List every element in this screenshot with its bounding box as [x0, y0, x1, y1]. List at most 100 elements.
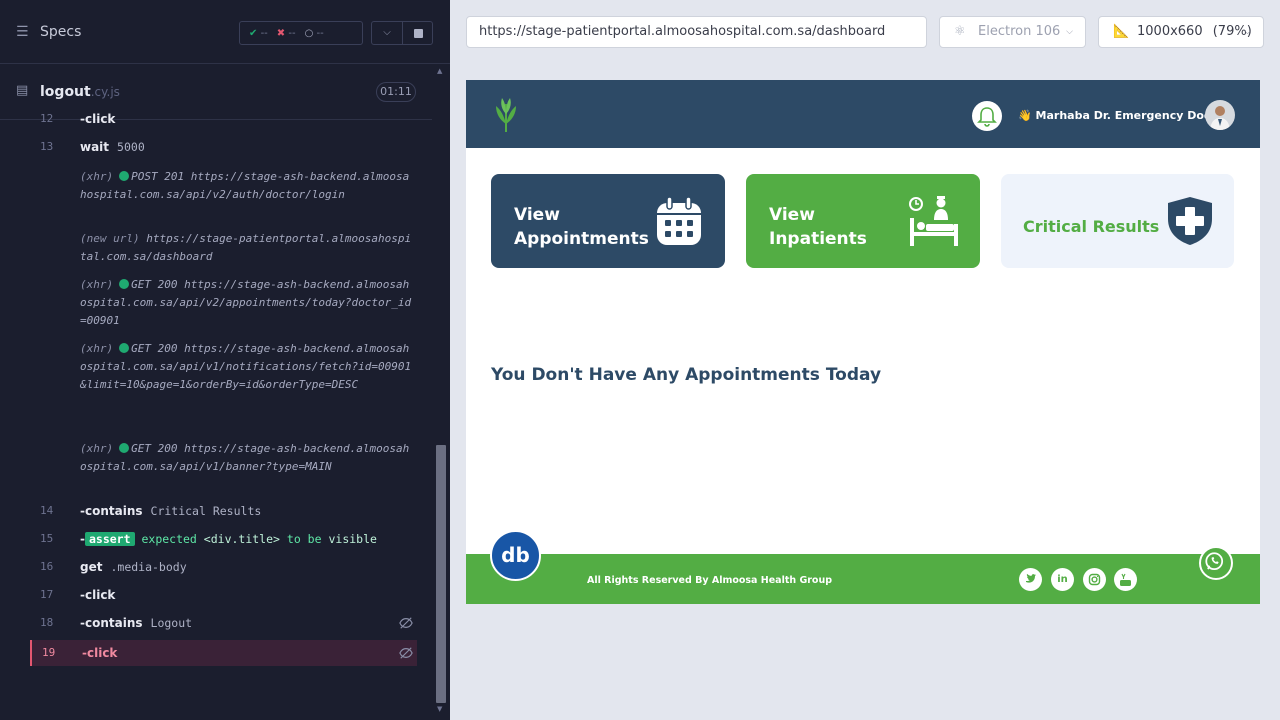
doctor-avatar-icon — [1210, 106, 1230, 130]
assert-text: to be — [286, 532, 322, 546]
command-name: -contains — [80, 504, 143, 518]
stop-button[interactable] — [402, 21, 433, 45]
failed-stat: ✖ -- — [276, 27, 296, 39]
scroll-down-icon[interactable]: ▼ — [437, 705, 442, 713]
specs-header: ☰ Specs ✔ -- ✖ -- ○ -- ⌵ — [0, 0, 450, 64]
command-log-panel: ☰ Specs ✔ -- ✖ -- ○ -- ⌵ ▤ logout.cy.js … — [0, 0, 450, 720]
xhr-tag: (xhr) — [80, 170, 114, 183]
command-name: -contains — [80, 616, 143, 630]
hospital-logo[interactable] — [490, 94, 522, 134]
command-list: 12 -click 13 wait 5000 (xhr) POST 201 http… — [0, 110, 432, 670]
ruler-icon: 📐 — [1113, 24, 1130, 39]
card-label: View Inpatients — [769, 205, 867, 249]
critical-results-card[interactable]: Critical Results — [1001, 174, 1234, 268]
xhr-status: GET 200 — [131, 342, 178, 355]
specs-menu-icon[interactable]: ☰ — [16, 24, 29, 40]
new-url-tag: (new url) — [80, 232, 140, 245]
xhr-url: https://stage-ash-backend.almoosahospita… — [80, 170, 410, 201]
command-name: get — [80, 560, 103, 574]
chevron-down-icon[interactable]: ⌵ — [371, 21, 403, 45]
user-greeting[interactable]: 👋 Marhaba Dr. Emergency Doctor — [1018, 109, 1229, 122]
xhr-status: GET 200 — [131, 442, 178, 455]
command-number: 17 — [40, 588, 54, 601]
command-number: 13 — [40, 140, 54, 153]
twitter-icon[interactable] — [1019, 568, 1042, 591]
command-number: 12 — [40, 112, 54, 125]
status-dot — [119, 279, 130, 289]
command-number: 18 — [40, 616, 54, 629]
chevron-down-icon: ⌵ — [1244, 27, 1251, 37]
eye-slash-icon[interactable] — [399, 616, 413, 630]
view-inpatients-card[interactable]: View Inpatients — [746, 174, 980, 268]
spec-name: logout — [40, 84, 91, 100]
browser-selector[interactable]: ⚛ Electron 106 ⌵ — [939, 16, 1086, 48]
eye-slash-icon[interactable] — [399, 646, 413, 660]
empty-appointments-message: You Don't Have Any Appointments Today — [491, 365, 882, 385]
copyright-text: All Rights Reserved By Almoosa Health Gr… — [587, 575, 833, 586]
command-number: 16 — [40, 560, 54, 573]
command-number: 19 — [42, 646, 56, 659]
command-name: -click — [82, 646, 118, 660]
instagram-icon[interactable] — [1083, 568, 1106, 591]
status-dot — [119, 343, 130, 353]
viewport-selector[interactable]: 📐 1000x660 (79%) ⌵ — [1098, 16, 1264, 48]
notification-bell[interactable] — [972, 101, 1002, 131]
scrollbar-thumb[interactable] — [436, 445, 446, 703]
command-number: 14 — [40, 504, 54, 517]
whatsapp-button[interactable] — [1199, 546, 1233, 580]
status-dot — [119, 443, 130, 453]
command-name: -click — [80, 588, 116, 602]
electron-icon: ⚛ — [954, 24, 966, 39]
hospital-bed-icon — [909, 196, 958, 246]
assert-value: visible — [328, 532, 377, 546]
spec-ext: .cy.js — [90, 85, 120, 99]
assert-text: expected — [141, 532, 197, 546]
avatar[interactable] — [1205, 100, 1235, 130]
command-name: wait — [80, 140, 110, 154]
specs-title[interactable]: Specs — [40, 24, 81, 40]
whatsapp-icon — [1205, 552, 1224, 571]
app-frame: 👋 Marhaba Dr. Emergency Doctor View Appo… — [466, 80, 1260, 604]
spec-duration: 01:11 — [376, 82, 416, 102]
check-icon: ✔ — [249, 27, 258, 39]
spec-file-name[interactable]: logout.cy.js — [40, 84, 120, 100]
command-number: 15 — [40, 532, 54, 545]
xhr-status: GET 200 — [131, 278, 178, 291]
medical-shield-icon — [1168, 197, 1212, 245]
linkedin-icon[interactable]: in — [1051, 568, 1074, 591]
assert-badge: assert — [84, 532, 135, 546]
command-arg: .media-body — [110, 560, 187, 574]
document-icon: ▤ — [16, 83, 29, 98]
card-label: View Appointments — [514, 205, 649, 249]
command-arg: 5000 — [117, 140, 145, 154]
card-label: Critical Results — [1023, 217, 1160, 236]
xhr-url: https://stage-ash-backend.almoosahospita… — [80, 342, 412, 391]
stop-icon — [414, 29, 423, 38]
calendar-icon — [657, 196, 701, 245]
command-name: -click — [80, 112, 116, 126]
xhr-url: https://stage-ash-backend.almoosahospita… — [80, 442, 410, 473]
scroll-up-icon[interactable]: ▲ — [437, 67, 442, 75]
command-arg: Critical Results — [150, 504, 262, 518]
browser-name: Electron 106 — [978, 24, 1061, 39]
viewport-size: 1000x660 — [1137, 24, 1203, 39]
status-dot — [119, 171, 130, 181]
bell-icon — [977, 107, 997, 127]
db-logo[interactable]: db — [490, 530, 541, 581]
xhr-tag: (xhr) — [80, 442, 114, 455]
xhr-url: https://stage-ash-backend.almoosahospita… — [80, 278, 412, 327]
command-row-active[interactable]: 19 -click — [30, 640, 417, 666]
xhr-tag: (xhr) — [80, 342, 114, 355]
app-footer: All Rights Reserved By Almoosa Health Gr… — [466, 554, 1260, 604]
spinner-icon: ○ — [304, 27, 314, 39]
url-bar[interactable]: https://stage-patientportal.almoosahospi… — [466, 16, 927, 48]
pending-stat: ○ -- — [304, 27, 324, 39]
chevron-down-icon: ⌵ — [1066, 27, 1073, 37]
youtube-icon[interactable] — [1114, 568, 1137, 591]
passed-stat: ✔ -- — [249, 27, 268, 39]
app-header: 👋 Marhaba Dr. Emergency Doctor — [466, 80, 1260, 148]
view-appointments-card[interactable]: View Appointments — [491, 174, 725, 268]
cross-icon: ✖ — [276, 27, 286, 39]
assert-subject: <div.title> — [203, 532, 280, 546]
command-arg: Logout — [150, 616, 193, 630]
